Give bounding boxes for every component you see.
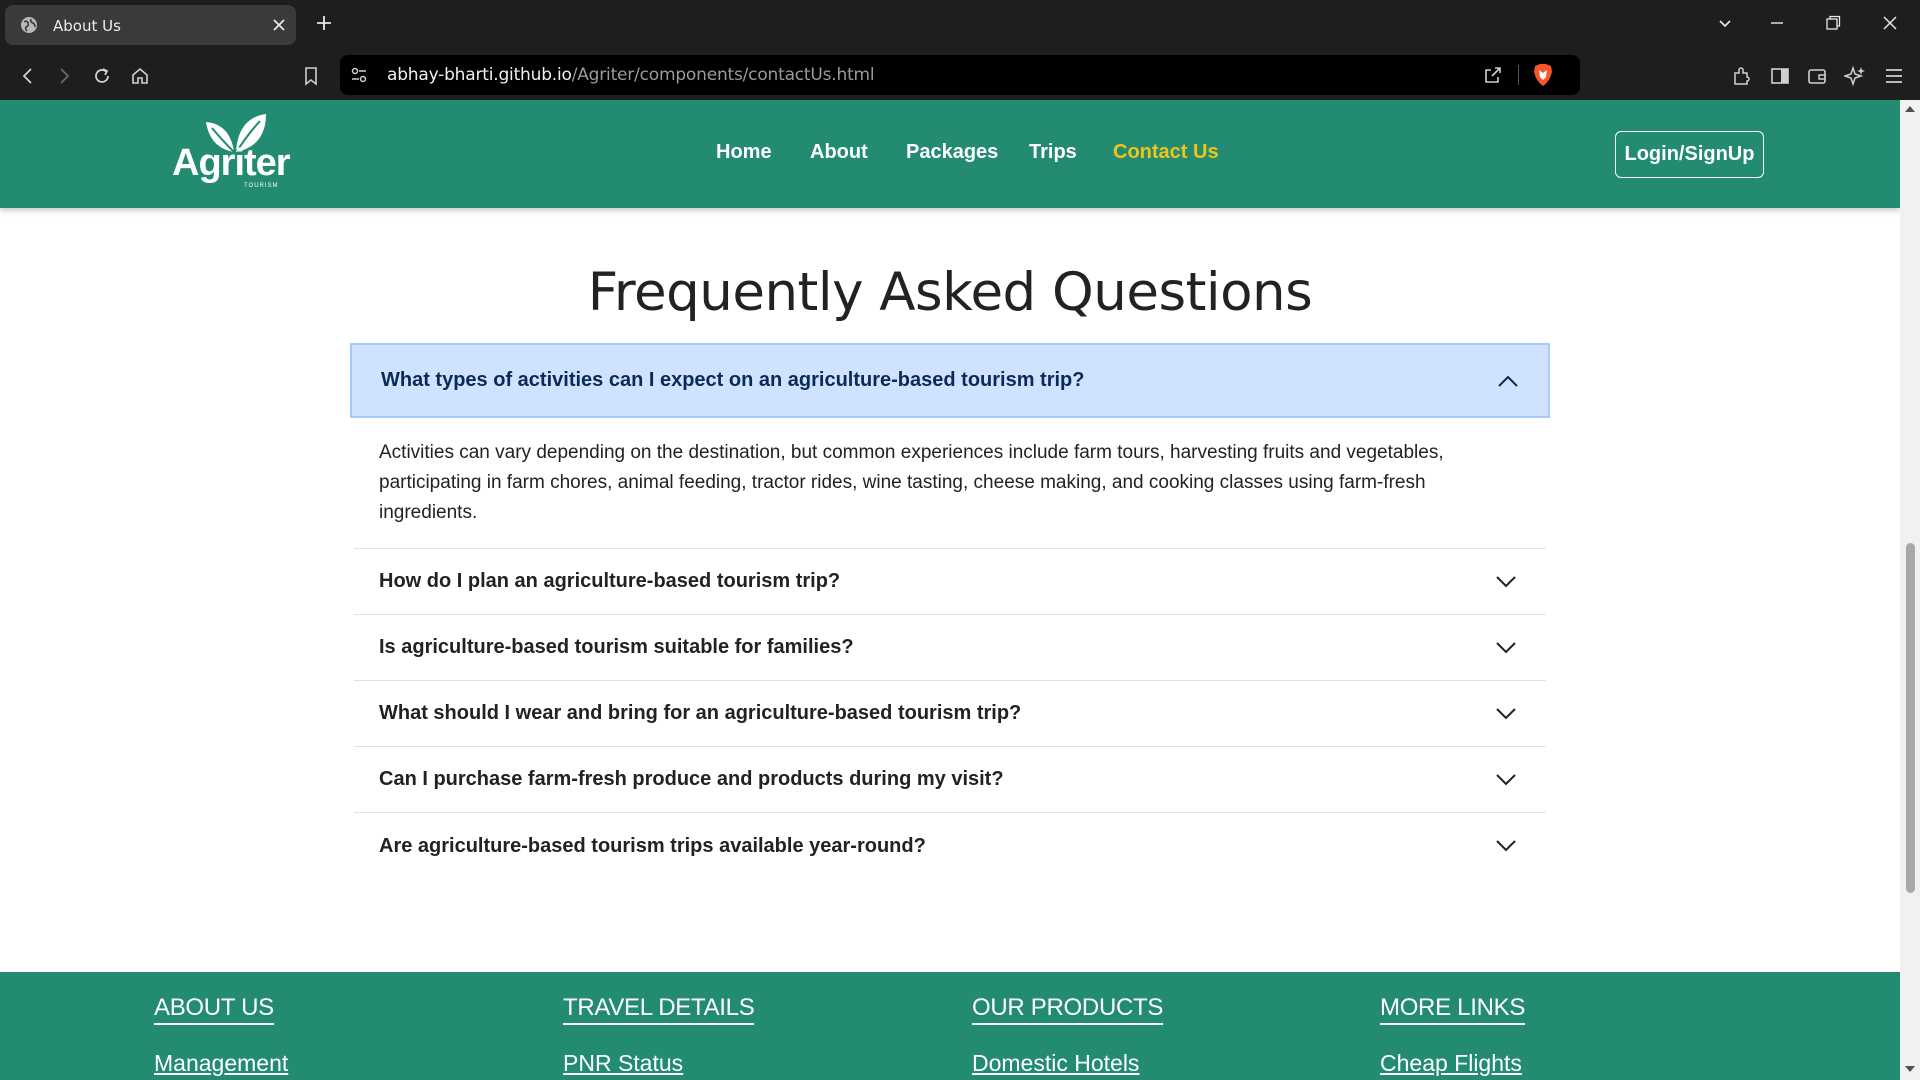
leo-ai-icon[interactable] (1844, 65, 1866, 87)
chevron-down-icon (1496, 773, 1516, 785)
faq-answer: Activities can vary depending on the des… (354, 418, 1546, 549)
login-signup-button[interactable]: Login/SignUp (1615, 131, 1764, 178)
faq-question-text: How do I plan an agriculture-based touri… (379, 570, 841, 592)
browser-toolbar: abhay-bharti.github.io/Agriter/component… (0, 50, 1920, 100)
back-icon[interactable] (17, 65, 39, 87)
footer-column-products: OUR PRODUCTS Domestic Hotels (972, 994, 1163, 1077)
logo-subtext: TOURISM (244, 183, 279, 189)
faq-title: Frequently Asked Questions (587, 262, 1313, 323)
footer-heading: TRAVEL DETAILS (563, 994, 755, 1025)
footer-link[interactable]: PNR Status (563, 1050, 754, 1077)
minimize-icon[interactable] (1767, 13, 1787, 33)
extensions-icon[interactable] (1730, 65, 1752, 87)
faq-question-text: Are agriculture-based tourism trips avai… (379, 834, 926, 857)
footer-heading: MORE LINKS (1380, 994, 1525, 1025)
url-host: abhay-bharti.github.io (387, 65, 572, 85)
footer-link[interactable]: Domestic Hotels (972, 1050, 1163, 1077)
faq-question-text: Can I purchase farm-fresh produce and pr… (379, 768, 1004, 790)
footer-heading: ABOUT US (154, 994, 274, 1025)
scroll-up-arrow-icon[interactable] (1905, 106, 1915, 112)
nav-home[interactable]: Home (716, 141, 772, 164)
faq-question[interactable]: Is agriculture-based tourism suitable fo… (354, 615, 1546, 681)
nav-packages[interactable]: Packages (906, 141, 998, 164)
close-window-icon[interactable] (1880, 13, 1900, 33)
close-tab-icon[interactable] (271, 17, 287, 33)
footer-link[interactable]: Cheap Flights (1380, 1050, 1525, 1077)
new-tab-icon[interactable] (314, 13, 334, 33)
footer-column-about: ABOUT US Management (154, 994, 288, 1077)
menu-icon[interactable] (1883, 65, 1905, 87)
footer-heading: OUR PRODUCTS (972, 994, 1163, 1025)
site-footer: ABOUT US Management TRAVEL DETAILS PNR S… (0, 972, 1900, 1080)
browser-tab-bar: About Us (0, 0, 1920, 50)
scrollbar-thumb[interactable] (1906, 543, 1915, 893)
chevron-down-icon (1496, 840, 1516, 852)
address-bar[interactable]: abhay-bharti.github.io/Agriter/component… (340, 55, 1580, 95)
faq-question[interactable]: Are agriculture-based tourism trips avai… (354, 813, 1546, 879)
faq-question[interactable]: How do I plan an agriculture-based touri… (354, 549, 1546, 615)
share-icon[interactable] (1483, 65, 1503, 85)
footer-column-travel: TRAVEL DETAILS PNR Status (563, 994, 755, 1077)
url-path: /Agriter/components/contactUs.html (571, 65, 875, 85)
bookmark-icon[interactable] (300, 65, 322, 87)
url-text: abhay-bharti.github.io/Agriter/component… (387, 65, 875, 85)
reload-icon[interactable] (91, 65, 113, 87)
page-scrollbar[interactable] (1900, 100, 1920, 1080)
page-viewport: Agriter TOURISM Home About Packages Trip… (0, 100, 1900, 1080)
chevron-down-icon (1496, 641, 1516, 653)
chevron-down-icon (1496, 707, 1516, 719)
sidebar-icon[interactable] (1769, 65, 1791, 87)
nav-trips[interactable]: Trips (1029, 141, 1077, 164)
faq-question-text: Is agriculture-based tourism suitable fo… (379, 636, 854, 658)
faq-question-text: What should I wear and bring for an agri… (379, 702, 1022, 724)
site-settings-icon[interactable] (350, 66, 368, 84)
faq-accordion: What types of activities can I expect on… (350, 343, 1550, 879)
chevron-up-icon (1498, 375, 1518, 387)
forward-icon[interactable] (53, 65, 75, 87)
wallet-icon[interactable] (1806, 65, 1828, 87)
omnibox-divider (1518, 65, 1519, 85)
site-header: Agriter TOURISM Home About Packages Trip… (0, 100, 1900, 208)
browser-tab[interactable]: About Us (5, 5, 296, 45)
faq-question-open[interactable]: What types of activities can I expect on… (350, 343, 1550, 418)
nav-about[interactable]: About (810, 141, 868, 164)
restore-icon[interactable] (1823, 13, 1843, 33)
brave-shield-icon[interactable] (1532, 63, 1554, 87)
chevron-down-icon (1496, 575, 1516, 587)
tab-search-chevron-icon[interactable] (1715, 13, 1735, 33)
footer-column-more: MORE LINKS Cheap Flights (1380, 994, 1525, 1077)
footer-link[interactable]: Management (154, 1050, 288, 1077)
globe-icon (21, 17, 37, 33)
tab-title: About Us (53, 17, 121, 35)
faq-question[interactable]: What should I wear and bring for an agri… (354, 681, 1546, 747)
faq-question-text: What types of activities can I expect on… (381, 369, 1085, 391)
nav-contact-us[interactable]: Contact Us (1113, 141, 1219, 164)
scroll-down-arrow-icon[interactable] (1905, 1066, 1915, 1072)
home-icon[interactable] (129, 65, 151, 87)
faq-question[interactable]: Can I purchase farm-fresh produce and pr… (354, 747, 1546, 813)
